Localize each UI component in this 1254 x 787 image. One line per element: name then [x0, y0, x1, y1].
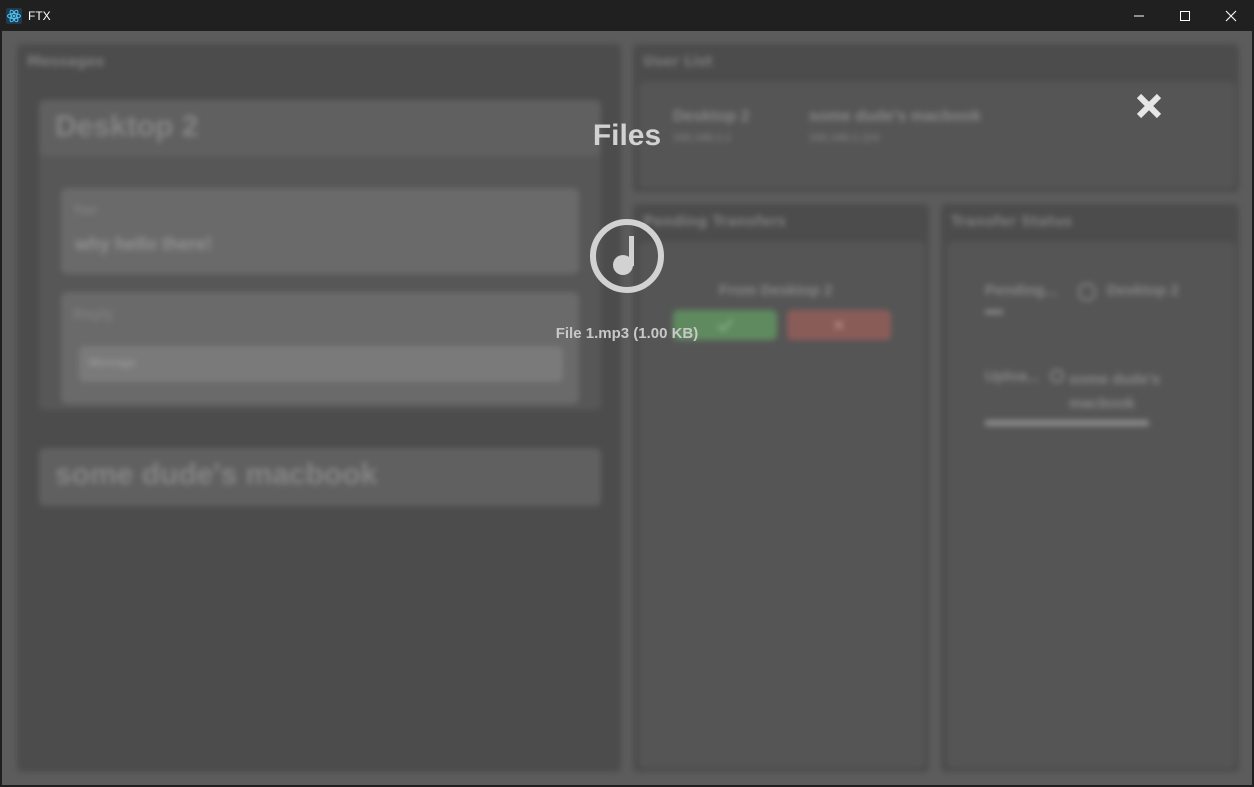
close-icon: [1225, 10, 1237, 21]
close-icon[interactable]: [1133, 90, 1165, 122]
window-title: FTX: [28, 8, 51, 23]
title-bar: FTX: [0, 0, 1254, 31]
overlay-title: Files: [592, 119, 662, 152]
minimize-button[interactable]: [1116, 0, 1162, 31]
window-controls: [1116, 0, 1254, 31]
minimize-icon: [1134, 15, 1144, 16]
maximize-icon: [1180, 10, 1190, 21]
music-note-icon: [590, 219, 664, 293]
close-window-button[interactable]: [1208, 0, 1254, 31]
app-area: Messages Desktop 2 Yoo why hello there! …: [2, 31, 1252, 785]
maximize-button[interactable]: [1162, 0, 1208, 31]
file-name: File 1.mp3 (1.00 KB): [555, 325, 699, 342]
react-app-icon: [6, 7, 22, 24]
file-item[interactable]: File 1.mp3 (1.00 KB): [554, 215, 700, 375]
files-overlay: Files File 1.mp3 (1.00 KB): [2, 31, 1252, 785]
